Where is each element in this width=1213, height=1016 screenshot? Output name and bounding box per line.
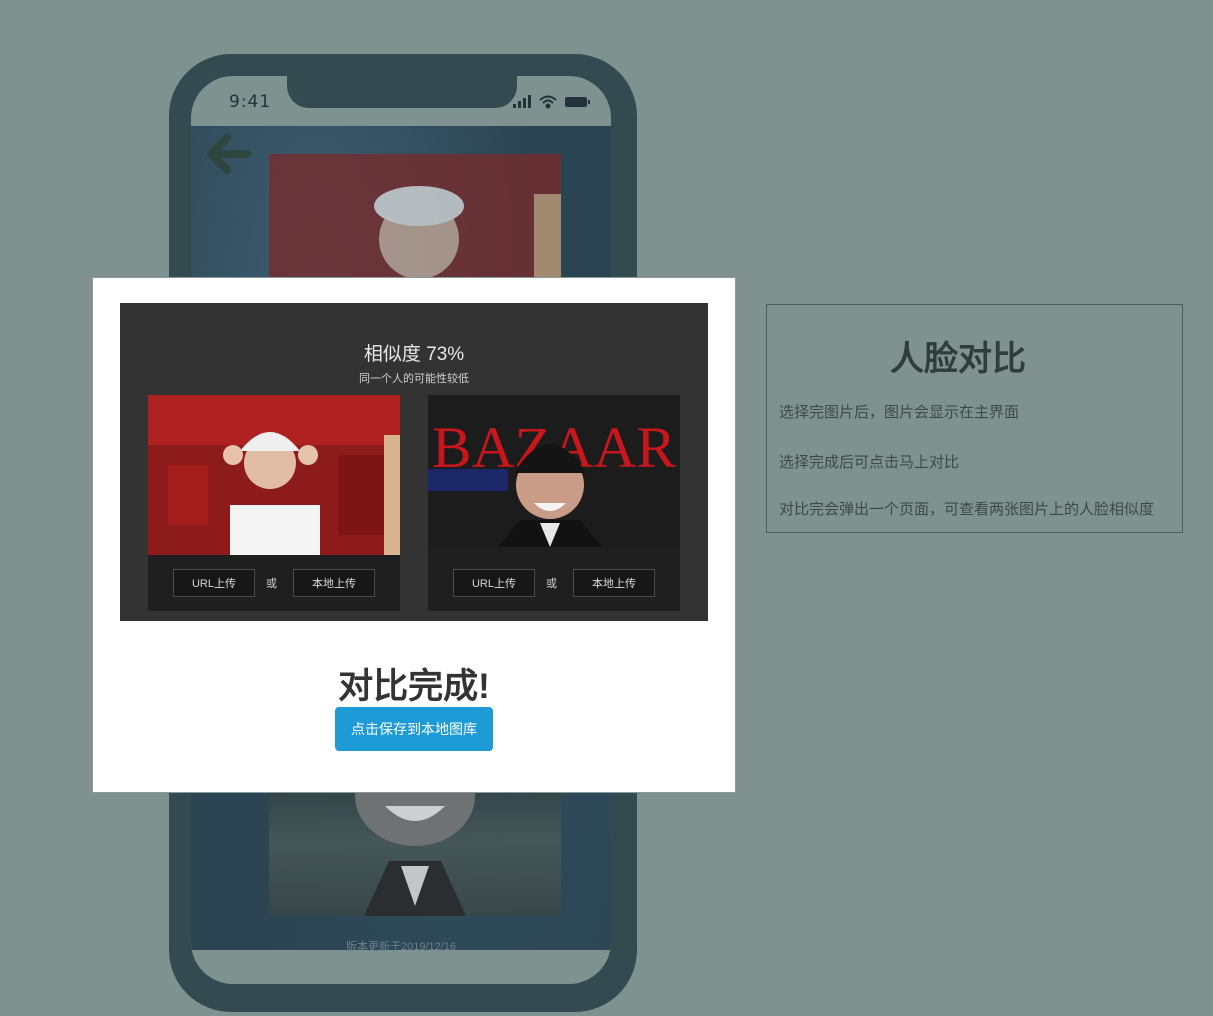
left-url-upload-button[interactable]: URL上传 xyxy=(173,569,255,597)
similarity-subtitle: 同一个人的可能性较低 xyxy=(359,373,469,385)
back-arrow-icon[interactable] xyxy=(205,134,251,174)
save-to-gallery-button[interactable]: 点击保存到本地图库 xyxy=(335,707,493,751)
signal-icon xyxy=(513,95,531,108)
right-or-label: 或 xyxy=(546,578,557,590)
right-url-upload-button[interactable]: URL上传 xyxy=(453,569,535,597)
result-modal: 相似度 73% 同一个人的可能性较低 URL上传 或 本地上传 URL上传 或 … xyxy=(92,277,736,793)
first-photo-preview xyxy=(269,154,561,294)
status-time: 9:41 xyxy=(229,92,272,112)
phone-notch xyxy=(287,76,517,108)
info-panel: 人脸对比 选择完图片后，图片会显示在主界面 选择完成后可点击马上对比 对比完会弹… xyxy=(766,304,1183,533)
status-icons xyxy=(513,95,590,109)
left-face-photo xyxy=(148,395,400,555)
info-line-1: 选择完图片后，图片会显示在主界面 xyxy=(779,404,1020,421)
info-line-2: 选择完成后可点击马上对比 xyxy=(779,454,960,471)
result-screenshot: 相似度 73% 同一个人的可能性较低 URL上传 或 本地上传 URL上传 或 … xyxy=(120,303,708,621)
similarity-title: 相似度 73% xyxy=(363,344,465,365)
right-face-card: BAZAAR URL上传 或 本地上传 xyxy=(428,395,680,611)
compare-done-title: 对比完成! xyxy=(338,667,490,706)
left-or-label: 或 xyxy=(266,578,277,590)
left-local-upload-button[interactable]: 本地上传 xyxy=(293,569,375,597)
right-face-photo: BAZAAR xyxy=(428,395,680,555)
right-local-upload-button[interactable]: 本地上传 xyxy=(573,569,655,597)
left-face-card: URL上传 或 本地上传 xyxy=(148,395,400,611)
battery-icon xyxy=(565,97,590,107)
version-footer: 版本更新于2019/12/16 xyxy=(345,941,457,953)
info-line-3: 对比完会弹出一个页面，可查看两张图片上的人脸相似度 xyxy=(779,501,1155,518)
wifi-icon xyxy=(539,95,557,109)
info-title: 人脸对比 xyxy=(890,340,1026,378)
